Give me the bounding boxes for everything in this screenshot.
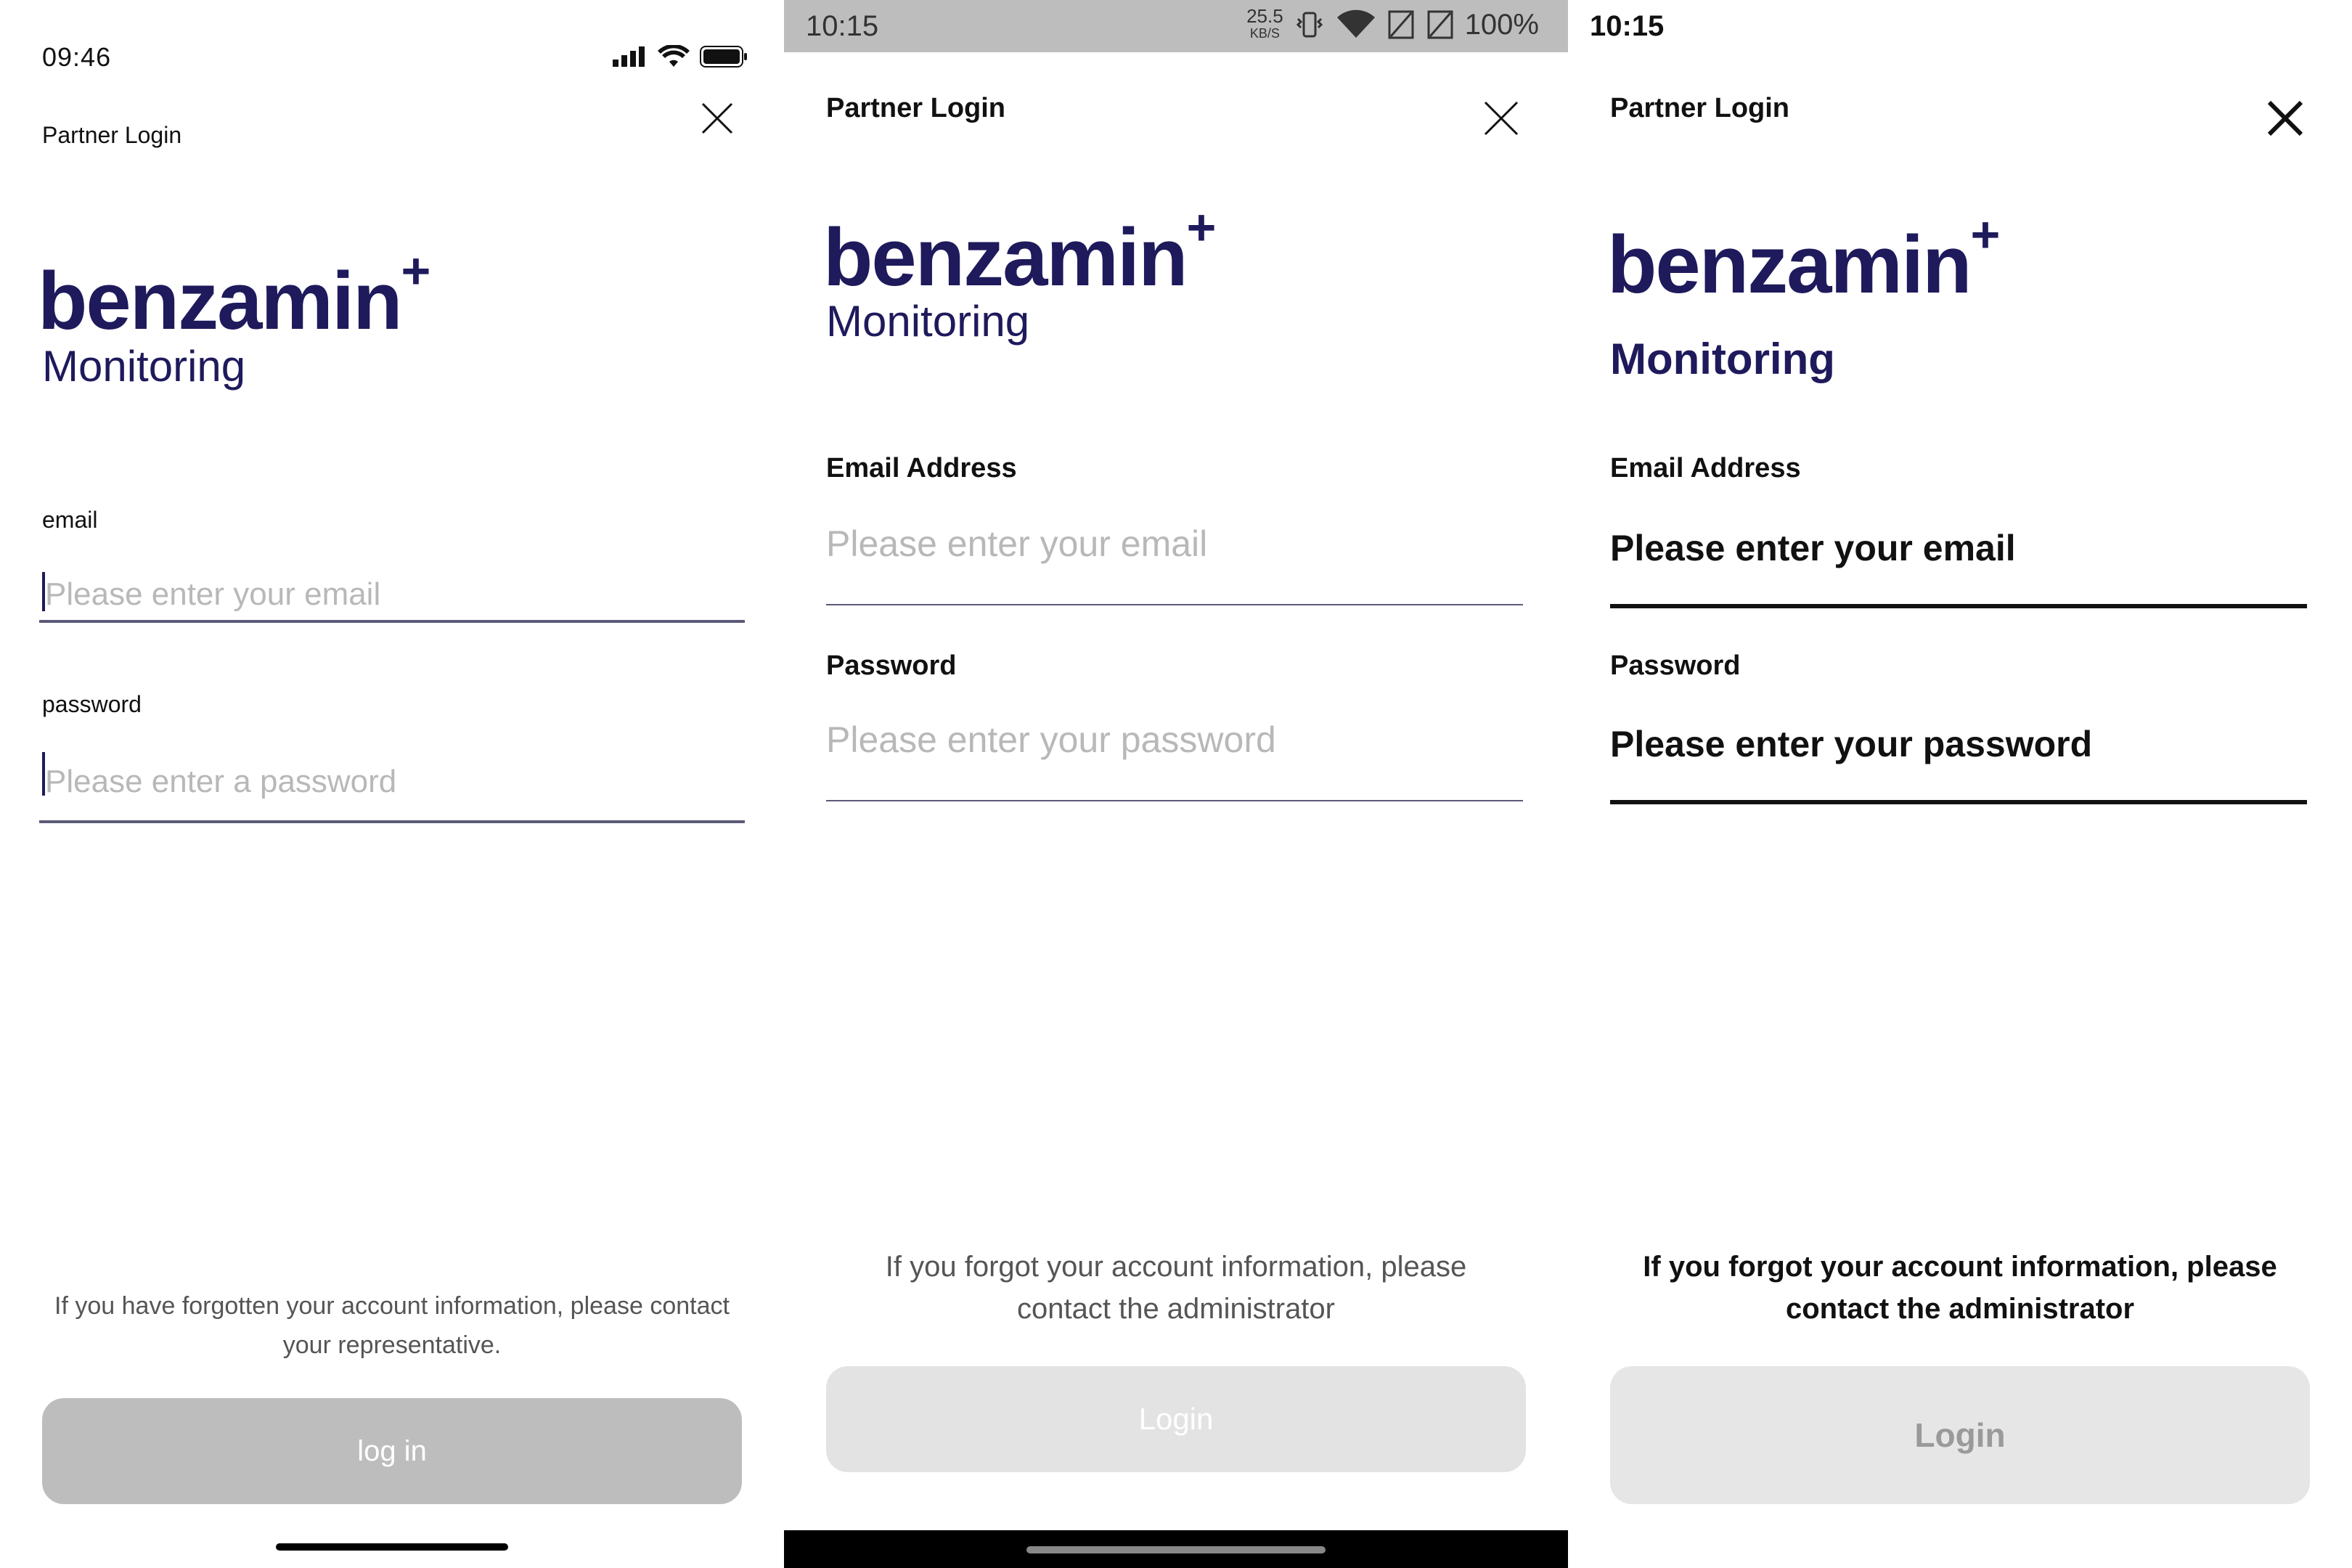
- forgot-line-2: contact the administrator: [1785, 1293, 2135, 1325]
- page-title: Partner Login: [1610, 93, 1790, 123]
- signal-icon: [613, 46, 645, 67]
- screen-ios: 09:46 Partner Login benzamin+ Monitoring…: [0, 0, 784, 1568]
- status-time: 10:15: [806, 10, 879, 42]
- close-button[interactable]: [1481, 87, 1522, 150]
- password-field[interactable]: Please enter your password: [1610, 709, 2307, 804]
- wifi-icon: [1336, 9, 1375, 38]
- logo-subtitle: Monitoring: [42, 342, 246, 391]
- password-placeholder: Please enter a password: [45, 764, 397, 799]
- password-field[interactable]: Please enter your password: [826, 709, 1523, 801]
- logo-plus: +: [401, 242, 431, 299]
- forgot-info-text: If you have forgotten your account infor…: [29, 1286, 755, 1365]
- password-field[interactable]: Please enter a password: [39, 726, 745, 823]
- speed-value: 25.5: [1246, 5, 1283, 27]
- battery-percent: 100%: [1464, 8, 1539, 41]
- login-button[interactable]: Login: [826, 1366, 1526, 1472]
- close-icon: [1484, 101, 1519, 136]
- forgot-line-1: If you have forgotten your account infor…: [54, 1292, 730, 1320]
- forgot-line-2: contact the administrator: [1017, 1293, 1335, 1325]
- vibrate-icon: [1296, 12, 1323, 38]
- status-time: 10:15: [1590, 10, 1665, 42]
- forgot-info-text: If you forgot your account information, …: [813, 1246, 1539, 1330]
- wifi-icon: [658, 45, 690, 67]
- logo-subtitle: Monitoring: [826, 297, 1030, 346]
- login-button-label: log in: [357, 1434, 427, 1467]
- logo-plus: +: [1186, 198, 1217, 256]
- page-title: Partner Login: [42, 122, 182, 148]
- status-time: 09:46: [42, 42, 112, 72]
- email-placeholder: Please enter your email: [45, 576, 381, 612]
- close-icon: [701, 102, 733, 134]
- home-indicator: [276, 1543, 508, 1551]
- password-label: Password: [1610, 650, 1741, 681]
- logo-text: benzamin: [38, 256, 403, 346]
- logo-text: benzamin: [1607, 219, 1972, 310]
- email-placeholder: Please enter your email: [1610, 528, 2016, 568]
- email-field[interactable]: Please enter your email: [1610, 513, 2307, 608]
- no-sim-icon: [1388, 10, 1414, 39]
- forgot-line-1: If you forgot your account information, …: [885, 1251, 1467, 1283]
- logo-plus: +: [1970, 205, 2001, 263]
- logo-text: benzamin: [823, 212, 1188, 303]
- password-placeholder: Please enter your password: [826, 719, 1276, 760]
- email-label: Email Address: [826, 453, 1017, 483]
- close-button[interactable]: [697, 87, 738, 150]
- status-icons: 25.5 KB/S 100%: [1246, 7, 1539, 42]
- logo-wordmark: benzamin+: [1607, 206, 2000, 311]
- login-button[interactable]: Login: [1610, 1366, 2310, 1504]
- email-field[interactable]: Please enter your email: [39, 565, 745, 623]
- login-button-label: Login: [1914, 1416, 2006, 1454]
- logo-subtitle: Monitoring: [1610, 335, 1835, 383]
- status-icons: [613, 45, 748, 68]
- no-sim-icon-2: [1427, 10, 1453, 39]
- email-placeholder: Please enter your email: [826, 523, 1208, 564]
- login-button-label: Login: [1138, 1402, 1214, 1436]
- screen-comparison: 10:15 Partner Login benzamin+ Monitoring…: [1568, 0, 2352, 1568]
- speed-unit: KB/S: [1249, 26, 1280, 41]
- email-label: email: [42, 507, 98, 533]
- network-speed: 25.5 KB/S: [1246, 7, 1283, 42]
- logo-wordmark: benzamin+: [38, 242, 430, 348]
- gesture-handle[interactable]: [1026, 1546, 1326, 1553]
- page-title: Partner Login: [826, 93, 1006, 123]
- screen-android: 10:15 25.5 KB/S 100% Partner Login benza…: [784, 0, 1568, 1568]
- password-label: Password: [826, 650, 957, 681]
- login-button[interactable]: log in: [42, 1398, 742, 1504]
- status-bar: 09:46: [0, 42, 784, 73]
- close-button[interactable]: [2265, 87, 2306, 150]
- close-icon: [2267, 100, 2303, 136]
- navigation-bar: [784, 1530, 1568, 1568]
- logo-wordmark: benzamin+: [823, 199, 1216, 304]
- email-field[interactable]: Please enter your email: [826, 513, 1523, 605]
- forgot-line-1: If you forgot your account information, …: [1643, 1251, 2277, 1283]
- three-phone-screens: 09:46 Partner Login benzamin+ Monitoring…: [0, 0, 2352, 1568]
- password-placeholder: Please enter your password: [1610, 724, 2093, 764]
- password-label: password: [42, 691, 142, 717]
- forgot-info-text: If you forgot your account information, …: [1597, 1246, 2323, 1330]
- status-bar: 10:15 25.5 KB/S 100%: [784, 0, 1568, 52]
- battery-icon: [700, 46, 747, 68]
- email-label: Email Address: [1610, 453, 1801, 483]
- forgot-line-2: your representative.: [282, 1331, 502, 1359]
